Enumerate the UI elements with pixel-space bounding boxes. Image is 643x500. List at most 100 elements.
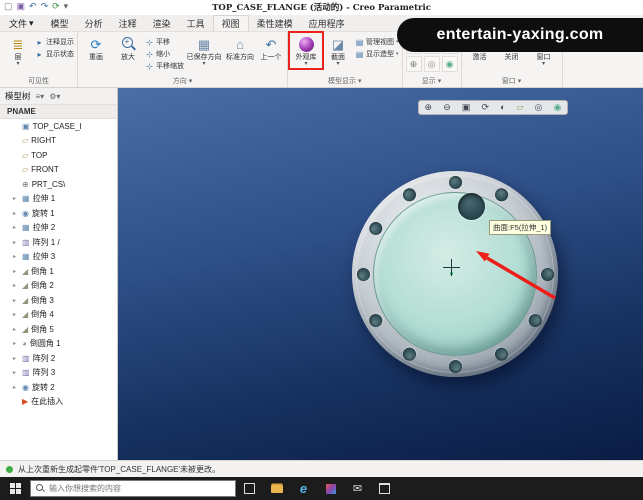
zoom-in-button[interactable]: 放大: [113, 34, 143, 62]
previous-button[interactable]: 上一个: [258, 34, 284, 62]
regenerate-icon[interactable]: [52, 1, 60, 12]
tree-item[interactable]: ▸ 阵列 1 /: [0, 235, 117, 250]
standard-orientation-button[interactable]: 标准方向: [224, 34, 256, 62]
expand-icon[interactable]: ▸: [13, 297, 19, 304]
store-icon[interactable]: [371, 477, 398, 500]
task-view-icon[interactable]: [236, 477, 263, 500]
undo-icon[interactable]: [29, 1, 37, 12]
redo-icon[interactable]: [41, 1, 49, 12]
photos-icon[interactable]: [317, 477, 344, 500]
tree-item[interactable]: ▸ TOP: [0, 148, 117, 163]
tab-annotate[interactable]: 注释: [111, 15, 145, 31]
taskbar-search[interactable]: [30, 480, 236, 497]
annotation-display-button[interactable]: ▸注释显示: [35, 37, 74, 47]
button-icon: ▸: [35, 50, 44, 59]
tab-model[interactable]: 模型: [43, 15, 77, 31]
tree-item[interactable]: ▸ FRONT: [0, 163, 117, 178]
zoom-out-icon[interactable]: [443, 101, 451, 114]
tree-item[interactable]: ▸ 阵列 2: [0, 351, 117, 366]
file-explorer-icon[interactable]: [263, 477, 290, 500]
chevron-down-icon: ▾: [16, 62, 19, 67]
annotation-display-icon[interactable]: [535, 101, 543, 114]
display-style-button[interactable]: ▤显示造型▾: [355, 49, 399, 59]
zoom-in-icon[interactable]: [425, 101, 433, 114]
tree-item[interactable]: ▸ 倒角 4: [0, 308, 117, 323]
tree-item[interactable]: ▸ 拉伸 2: [0, 221, 117, 236]
csys-display-toggle[interactable]: [406, 56, 422, 72]
tree-item[interactable]: ▸ 倒角 1: [0, 264, 117, 279]
start-button[interactable]: [0, 477, 30, 500]
button-icon: ⊹: [145, 50, 154, 59]
tree-item[interactable]: ▸ 在此插入: [0, 395, 117, 410]
chevron-down-icon: ▾: [542, 62, 545, 67]
pan-button[interactable]: ⊹平移: [145, 37, 184, 47]
layers-button[interactable]: 层 ▾: [3, 34, 33, 67]
tree-item[interactable]: ▸ 旋转 1: [0, 206, 117, 221]
saved-orientations-button[interactable]: 已保存方向 ▾: [186, 34, 222, 67]
tree-item[interactable]: ▸ 倒圆角 1: [0, 337, 117, 352]
zoom-out-button[interactable]: ⊹缩小: [145, 49, 184, 59]
search-icon: [36, 484, 45, 493]
refit-icon[interactable]: [462, 101, 471, 114]
title-bar: TOP_CASE_FLANGE (活动的) - Creo Parametric: [0, 0, 643, 15]
browser-icon[interactable]: [290, 477, 317, 500]
show-status-button[interactable]: ▸显示状态: [35, 49, 74, 59]
tree-item[interactable]: ▸ 拉伸 3: [0, 250, 117, 265]
tab-flexible-modeling[interactable]: 柔性建模: [249, 15, 301, 31]
tree-item[interactable]: ▸ TOP_CASE_I: [0, 119, 117, 134]
repaint-icon[interactable]: [481, 101, 489, 114]
tab-render[interactable]: 渲染: [145, 15, 179, 31]
tab-applications[interactable]: 应用程序: [301, 15, 353, 31]
annotation-display-toggle[interactable]: [424, 56, 440, 72]
creo-parametric-window: TOP_CASE_FLANGE (活动的) - Creo Parametric …: [0, 0, 643, 500]
expand-icon[interactable]: ▸: [13, 195, 19, 202]
qat-menu-icon[interactable]: [64, 1, 69, 12]
tree-list-icon[interactable]: ≡▾: [36, 92, 45, 101]
model-tree-header: 模型树 ≡▾ ⚙▾: [0, 88, 117, 105]
tab-tools[interactable]: 工具: [179, 15, 213, 31]
display-style-icon[interactable]: [500, 101, 505, 114]
tree-column-header[interactable]: PNAME: [0, 105, 117, 119]
bolt-hole: [492, 185, 510, 203]
expand-icon[interactable]: ▸: [13, 282, 19, 289]
expand-icon[interactable]: ▸: [13, 268, 19, 275]
tree-item[interactable]: ▸ 倒角 5: [0, 322, 117, 337]
datum-display-icon[interactable]: [517, 101, 524, 114]
tree-item[interactable]: ▸ 倒角 2: [0, 279, 117, 294]
mail-icon[interactable]: [344, 477, 371, 500]
tree-settings-icon[interactable]: ⚙▾: [49, 92, 60, 101]
tree-item[interactable]: ▸ 旋转 2: [0, 380, 117, 395]
appearance-gallery-button[interactable]: 外观库 ▾: [291, 34, 321, 67]
tab-analysis[interactable]: 分析: [77, 15, 111, 31]
tree-item[interactable]: ▸ 倒角 3: [0, 293, 117, 308]
tree-item[interactable]: ▸ PRT_CS\: [0, 177, 117, 192]
expand-icon[interactable]: ▸: [13, 369, 19, 376]
expand-icon[interactable]: ▸: [13, 311, 19, 318]
tree-item[interactable]: ▸ 阵列 3: [0, 366, 117, 381]
tree-item[interactable]: ▸ 拉伸 1: [0, 192, 117, 207]
repaint-button[interactable]: 重画: [81, 34, 111, 62]
search-input[interactable]: [49, 484, 230, 493]
expand-icon[interactable]: ▸: [13, 253, 19, 260]
expand-icon[interactable]: ▸: [13, 239, 19, 246]
tree-item[interactable]: ▸ RIGHT: [0, 134, 117, 149]
button-icon: ▤: [355, 50, 364, 59]
expand-icon[interactable]: ▸: [13, 326, 19, 333]
spin-center-toggle[interactable]: [442, 56, 458, 72]
save-icon[interactable]: [17, 1, 26, 12]
sections-button[interactable]: 截面 ▾: [323, 34, 353, 67]
tree-item-icon: [22, 310, 28, 319]
expand-icon[interactable]: ▸: [13, 210, 19, 217]
manage-views-button[interactable]: ▤管理视图▾: [355, 37, 399, 47]
new-file-icon[interactable]: [4, 1, 13, 12]
file-menu-button[interactable]: 文件▾: [0, 15, 43, 31]
graphics-area[interactable]: 曲面:F5(拉伸_1): [118, 88, 643, 460]
group-label-model-display: 模型显示 ▾: [288, 76, 402, 86]
pan-zoom-button[interactable]: ⊹平移缩放: [145, 61, 184, 71]
expand-icon[interactable]: ▸: [13, 340, 19, 347]
tab-view[interactable]: 视图: [213, 15, 249, 31]
expand-icon[interactable]: ▸: [13, 384, 19, 391]
spin-center-icon[interactable]: [554, 101, 562, 114]
expand-icon[interactable]: ▸: [13, 355, 19, 362]
expand-icon[interactable]: ▸: [13, 224, 19, 231]
